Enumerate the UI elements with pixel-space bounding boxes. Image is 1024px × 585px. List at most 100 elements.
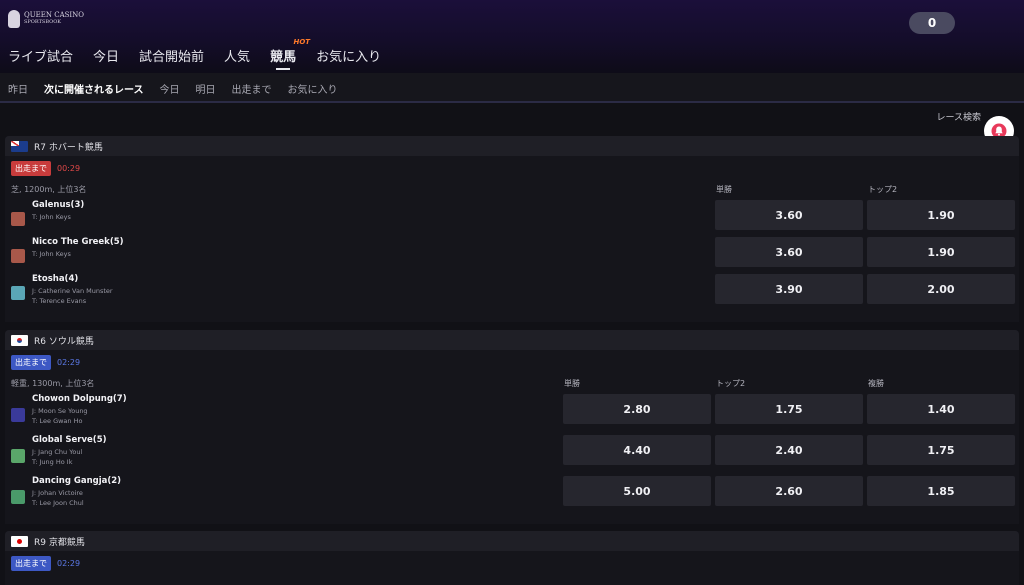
- top-bar: QUEEN CASINO SPORTSBOOK 0 ライブ試合 今日 試合開始前…: [0, 0, 1024, 73]
- nav-live[interactable]: ライブ試合: [8, 46, 73, 65]
- odds-button[interactable]: 4.40: [563, 435, 711, 465]
- queen-logo-icon: [8, 10, 20, 28]
- status-badge: 出走まで: [11, 354, 51, 370]
- jockey-silk-icon: [11, 286, 25, 300]
- hot-badge: HOT: [293, 38, 311, 46]
- jockey-silk-icon: [11, 449, 25, 463]
- runner-name: Global Serve(5): [32, 435, 107, 445]
- runner-info: J: Catherine Van Munster T: Terence Evan…: [32, 286, 113, 306]
- flag-kr-icon: [11, 334, 28, 346]
- race-meta: 軽重, 1300m, 上位3名: [11, 379, 95, 388]
- countdown: 02:29: [57, 558, 81, 568]
- runner-row: Galenus(3) T: John Keys 3.60 1.90: [5, 198, 1019, 235]
- race-body: 出走まで 02:29: [5, 551, 1019, 585]
- nav-horse-racing[interactable]: 競馬 HOT: [270, 38, 310, 70]
- race-card: R9 京都競馬 出走まで 02:29: [5, 531, 1019, 585]
- runner-name: Chowon Dolpung(7): [32, 394, 127, 404]
- nav-favorites[interactable]: お気に入り: [316, 46, 381, 65]
- col-top2: トップ2: [868, 185, 898, 194]
- nav-horse-racing-label: 競馬: [270, 50, 297, 65]
- race-header[interactable]: R9 京都競馬: [5, 531, 1019, 551]
- odds-button[interactable]: 1.75: [715, 394, 863, 424]
- subnav-today[interactable]: 今日: [160, 81, 180, 96]
- race-meta-row: 軽重, 1300m, 上位3名 単勝 トップ2 複勝: [5, 374, 1019, 392]
- trainer: T: Terence Evans: [32, 297, 87, 305]
- race-title: R6 ソウル競馬: [34, 336, 94, 347]
- nav-popular[interactable]: 人気: [224, 46, 250, 65]
- sub-nav: 昨日 次に開催されるレース 今日 明日 出走まで お気に入り: [8, 81, 338, 96]
- runner-info: T: John Keys: [32, 212, 71, 222]
- race-search-link[interactable]: レース検索: [936, 110, 981, 123]
- subnav-next-races[interactable]: 次に開催されるレース: [44, 81, 144, 96]
- runner-info: J: Johan Victoire T: Lee Joon Chul: [32, 488, 84, 508]
- subnav-tomorrow[interactable]: 明日: [196, 81, 216, 96]
- runner-name: Galenus(3): [32, 200, 85, 210]
- jockey-silk-icon: [11, 408, 25, 422]
- nav-prematch[interactable]: 試合開始前: [139, 46, 204, 65]
- odds-button[interactable]: 3.90: [715, 274, 863, 304]
- trainer: T: John Keys: [32, 250, 71, 258]
- odds-button[interactable]: 1.90: [867, 200, 1015, 230]
- trainer: T: Lee Joon Chul: [32, 499, 84, 507]
- runner-info: T: John Keys: [32, 249, 71, 259]
- col-place: 複勝: [868, 379, 884, 388]
- flag-jp-icon: [11, 535, 28, 547]
- logo-line2: SPORTSBOOK: [24, 19, 62, 26]
- odds-button[interactable]: 1.40: [867, 394, 1015, 424]
- race-status: 出走まで 00:29: [5, 156, 1019, 180]
- runner-name: Etosha(4): [32, 274, 79, 284]
- race-header[interactable]: R6 ソウル競馬: [5, 330, 1019, 350]
- runner-row: Etosha(4) J: Catherine Van Munster T: Te…: [5, 272, 1019, 309]
- subnav-favorites[interactable]: お気に入り: [288, 81, 338, 96]
- trainer: T: John Keys: [32, 213, 71, 221]
- odds-button[interactable]: 5.00: [563, 476, 711, 506]
- subnav-yesterday[interactable]: 昨日: [8, 81, 28, 96]
- race-card: R7 ホバート競馬 出走まで 00:29 芝, 1200m, 上位3名 単勝 ト…: [5, 136, 1019, 322]
- jockey-silk-icon: [11, 212, 25, 226]
- runner-row: Nicco The Greek(5) T: John Keys 3.60 1.9…: [5, 235, 1019, 272]
- odds-button[interactable]: 3.60: [715, 200, 863, 230]
- runner-info: J: Moon Se Young T: Lee Gwan Ho: [32, 406, 88, 426]
- countdown: 00:29: [57, 163, 81, 173]
- odds-button[interactable]: 2.00: [867, 274, 1015, 304]
- flag-au-icon: [11, 140, 28, 152]
- main-nav: ライブ試合 今日 試合開始前 人気 競馬 HOT お気に入り: [8, 38, 381, 70]
- runner-row: Global Serve(5) J: Jang Chu Youl T: Jung…: [5, 433, 1019, 474]
- odds-button[interactable]: 3.60: [715, 237, 863, 267]
- odds-button[interactable]: 1.75: [867, 435, 1015, 465]
- odds-button[interactable]: 1.85: [867, 476, 1015, 506]
- odds-button[interactable]: 2.80: [563, 394, 711, 424]
- race-status: 出走まで 02:29: [5, 551, 1019, 575]
- odds-button[interactable]: 2.40: [715, 435, 863, 465]
- race-body: 出走まで 00:29 芝, 1200m, 上位3名 単勝 トップ2 Galenu…: [5, 156, 1019, 322]
- trainer: T: Lee Gwan Ho: [32, 417, 83, 425]
- nav-today[interactable]: 今日: [93, 46, 119, 65]
- runner-name: Nicco The Greek(5): [32, 237, 124, 247]
- runner-row: Chowon Dolpung(7) J: Moon Se Young T: Le…: [5, 392, 1019, 433]
- jockey-silk-icon: [11, 249, 25, 263]
- race-title: R9 京都競馬: [34, 537, 85, 548]
- subnav-until-start[interactable]: 出走まで: [232, 81, 272, 96]
- col-top2: トップ2: [716, 379, 746, 388]
- race-header[interactable]: R7 ホバート競馬: [5, 136, 1019, 156]
- col-win: 単勝: [716, 185, 732, 194]
- trainer: T: Jung Ho Ik: [32, 458, 73, 466]
- balance-pill[interactable]: 0: [909, 12, 955, 34]
- jockey: J: Moon Se Young: [32, 407, 88, 415]
- race-card: R6 ソウル競馬 出走まで 02:29 軽重, 1300m, 上位3名 単勝 ト…: [5, 330, 1019, 524]
- jockey: J: Catherine Van Munster: [32, 287, 113, 295]
- status-badge: 出走まで: [11, 555, 51, 571]
- jockey: J: Johan Victoire: [32, 489, 83, 497]
- odds-button[interactable]: 2.60: [715, 476, 863, 506]
- sub-nav-bar: 昨日 次に開催されるレース 今日 明日 出走まで お気に入り: [0, 73, 1024, 103]
- jockey: J: Jang Chu Youl: [32, 448, 83, 456]
- odds-button[interactable]: 1.90: [867, 237, 1015, 267]
- race-meta-row: 芝, 1200m, 上位3名 単勝 トップ2: [5, 180, 1019, 198]
- brand-logo[interactable]: QUEEN CASINO SPORTSBOOK: [8, 10, 84, 28]
- col-win: 単勝: [564, 379, 580, 388]
- runner-name: Dancing Gangja(2): [32, 476, 122, 486]
- jockey-silk-icon: [11, 490, 25, 504]
- countdown: 02:29: [57, 357, 81, 367]
- runner-info: J: Jang Chu Youl T: Jung Ho Ik: [32, 447, 82, 467]
- status-badge: 出走まで: [11, 160, 51, 176]
